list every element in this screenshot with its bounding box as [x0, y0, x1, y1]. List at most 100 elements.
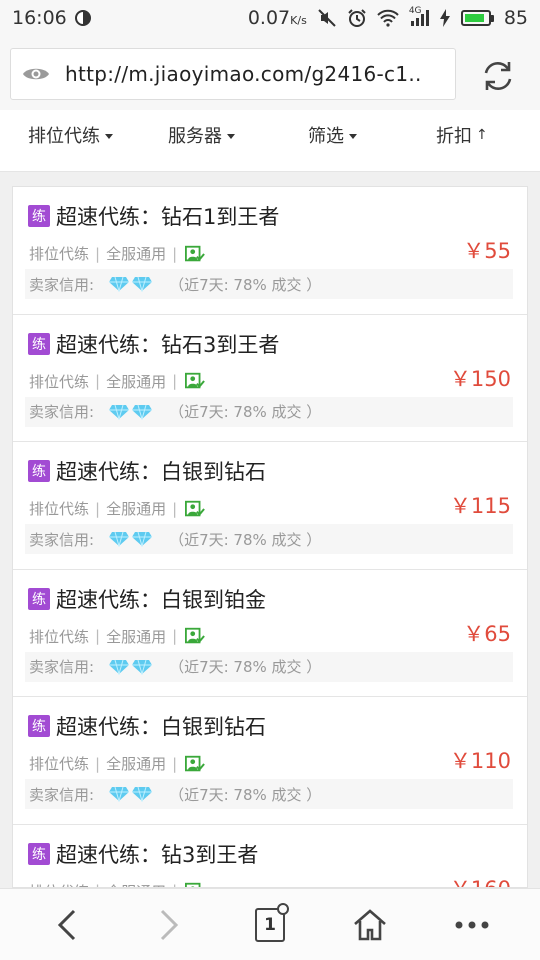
diamond-rating-icon [108, 659, 153, 675]
boost-badge: 练 [28, 715, 50, 737]
seller-credit-row: 卖家信用: （近7天: 78% 成交 ） [25, 269, 513, 299]
eye-icon[interactable] [21, 65, 51, 83]
tag-category: 排位代练 [29, 627, 90, 646]
credit-label: 卖家信用: [29, 403, 95, 421]
listing-title[interactable]: 超速代练：白银到钻石 [56, 456, 266, 486]
verified-seller-icon [185, 372, 206, 390]
status-bar: 16:06 0.07K/s 4G 85 [0, 0, 540, 36]
data-saver-icon [74, 10, 91, 26]
credit-label: 卖家信用: [29, 275, 95, 294]
address-bar[interactable]: http://m.jiaoyimao.com/g2416-c1.. [10, 48, 456, 100]
credit-label: 卖家信用: [29, 785, 95, 804]
alarm-icon [347, 8, 367, 28]
more-icon[interactable] [442, 889, 502, 960]
listing-price: ￥115 [449, 494, 511, 518]
tag-server: 全服通用 [106, 627, 167, 646]
filter-bar: 排位代练 服务器 筛选 折扣 ↑ [0, 110, 540, 172]
seller-credit-row: 卖家信用: （近7天: 78% 成交 ） [25, 779, 513, 809]
listing-title[interactable]: 超速代练：白银到铂金 [56, 584, 266, 614]
deal-stats: （近7天: 78% 成交 ） [169, 785, 322, 804]
listing-tags: 排位代练 | 全服通用 | [29, 753, 206, 774]
cellular-signal-icon: 4G [409, 6, 429, 27]
listing-card[interactable]: 练 超速代练：白银到钻石 排位代练 | 全服通用 | ￥110 卖家信用: （近… [13, 697, 527, 825]
mute-icon [317, 8, 337, 28]
seller-credit-row: 卖家信用: （近7天: 78% 成交 ） [25, 651, 513, 682]
listing-title[interactable]: 超速代练：钻石3到王者 [56, 329, 279, 359]
battery-icon [460, 10, 494, 26]
tag-category: 排位代练 [29, 245, 90, 263]
back-icon[interactable] [38, 889, 98, 960]
filter-discount[interactable]: 折扣 ↑ [436, 110, 488, 160]
tag-category: 排位代练 [29, 372, 90, 391]
url-text[interactable]: http://m.jiaoyimao.com/g2416-c1.. [65, 62, 422, 86]
tab-count: 1 [264, 915, 276, 935]
caret-down-icon [349, 133, 357, 139]
tag-server: 全服通用 [106, 881, 166, 888]
boost-badge: 练 [28, 205, 50, 227]
charging-icon [439, 9, 451, 27]
filter-screen[interactable]: 筛选 [308, 110, 357, 160]
tag-category: 排位代练 [29, 881, 89, 888]
tag-category: 排位代练 [29, 500, 90, 518]
bottom-nav: 1 [0, 888, 540, 960]
boost-badge: 练 [28, 587, 50, 610]
refresh-icon[interactable] [478, 56, 518, 96]
browser-toolbar: http://m.jiaoyimao.com/g2416-c1.. [0, 36, 540, 110]
deal-stats: （近7天: 78% 成交 ） [169, 658, 322, 676]
listing-card[interactable]: 练 超速代练：钻石1到王者 排位代练 | 全服通用 | ￥55 卖家信用: （近… [13, 187, 527, 315]
listing-price: ￥55 [463, 239, 511, 263]
tag-category: 排位代练 [29, 755, 90, 773]
tag-server: 全服通用 [106, 755, 167, 773]
seller-credit-row: 卖家信用: （近7天: 78% 成交 ） [25, 396, 513, 427]
listing-tags: 排位代练 | 全服通用 | [29, 243, 206, 264]
listing-tags: 排位代练 | 全服通用 | [29, 371, 206, 392]
verified-seller-icon [185, 627, 206, 645]
tag-server: 全服通用 [106, 500, 167, 518]
listing-price: ￥150 [449, 366, 511, 391]
caret-down-icon [105, 133, 113, 139]
seller-credit-row: 卖家信用: （近7天: 78% 成交 ） [25, 524, 513, 554]
listing-price: ￥110 [449, 749, 511, 773]
listing-tags: 排位代练 | 全服通用 | [29, 626, 206, 647]
boost-badge: 练 [28, 332, 50, 355]
boost-badge: 练 [28, 842, 50, 865]
verified-seller-icon [185, 500, 206, 518]
listing-card[interactable]: 练 超速代练：钻石3到王者 排位代练 | 全服通用 | ￥150 卖家信用: （… [13, 315, 527, 442]
verified-seller-icon [185, 755, 206, 773]
listing-price: ￥65 [463, 621, 511, 646]
network-speed: 0.07K/s [247, 7, 307, 29]
arrow-up-icon: ↑ [476, 127, 488, 143]
boost-badge: 练 [28, 460, 50, 482]
forward-icon[interactable] [138, 889, 198, 960]
listing-card[interactable]: 练 超速代练：钻3到王者 排位代练 | 全服通用 | ￥160 卖家信用: （近… [13, 825, 527, 888]
tag-server: 全服通用 [106, 245, 167, 263]
listing-list: 练 超速代练：钻石1到王者 排位代练 | 全服通用 | ￥55 卖家信用: （近… [12, 186, 528, 888]
battery-percent: 85 [503, 7, 528, 29]
listing-title[interactable]: 超速代练：白银到钻石 [56, 711, 266, 741]
credit-label: 卖家信用: [29, 658, 95, 676]
wifi-icon [377, 9, 399, 27]
listing-title[interactable]: 超速代练：钻石1到王者 [56, 201, 279, 231]
listing-price: ￥160 [450, 873, 511, 888]
diamond-rating-icon [108, 276, 153, 292]
credit-label: 卖家信用: [29, 530, 95, 549]
tabs-icon[interactable]: 1 [240, 889, 300, 960]
deal-stats: （近7天: 78% 成交 ） [169, 530, 322, 549]
listing-title[interactable]: 超速代练：钻3到王者 [56, 839, 258, 869]
deal-stats: （近7天: 78% 成交 ） [169, 275, 322, 294]
listing-tags: 排位代练 | 全服通用 | [29, 881, 205, 888]
listing-tags: 排位代练 | 全服通用 | [29, 498, 206, 519]
filter-server[interactable]: 服务器 [168, 110, 235, 160]
tag-server: 全服通用 [106, 372, 167, 391]
listing-card[interactable]: 练 超速代练：白银到钻石 排位代练 | 全服通用 | ￥115 卖家信用: （近… [13, 442, 527, 570]
listing-card[interactable]: 练 超速代练：白银到铂金 排位代练 | 全服通用 | ￥65 卖家信用: （近7… [13, 570, 527, 697]
home-icon[interactable] [340, 889, 400, 960]
diamond-rating-icon [108, 404, 153, 420]
filter-rank-boost[interactable]: 排位代练 [28, 110, 113, 160]
verified-seller-icon [185, 245, 206, 263]
status-time: 16:06 [12, 7, 67, 29]
caret-down-icon [227, 133, 235, 139]
diamond-rating-icon [108, 786, 153, 802]
diamond-rating-icon [108, 531, 153, 547]
deal-stats: （近7天: 78% 成交 ） [169, 403, 322, 421]
